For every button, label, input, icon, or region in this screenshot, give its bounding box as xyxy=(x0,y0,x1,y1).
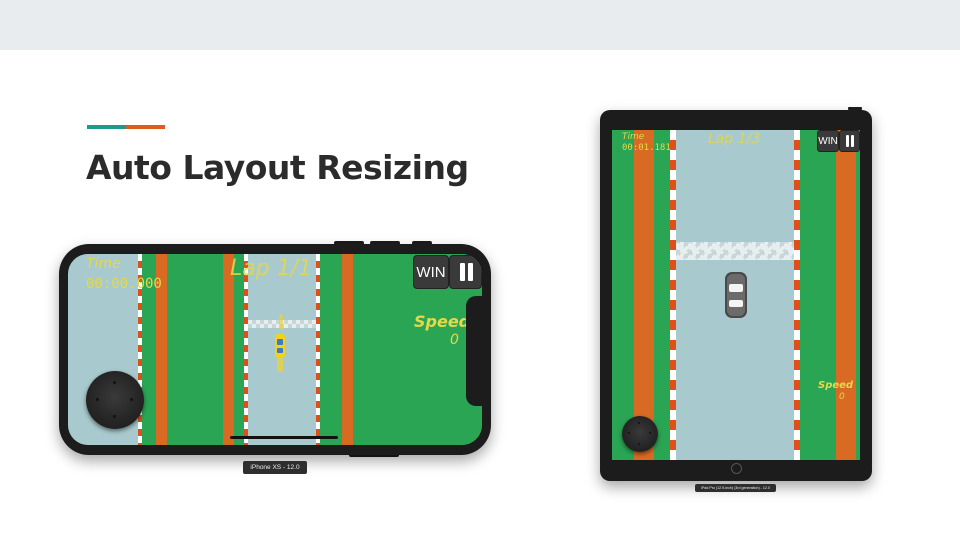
pause-button[interactable] xyxy=(839,130,860,152)
iphone-device-label: iPhone XS - 12.0 xyxy=(243,461,307,474)
grass-strip xyxy=(234,254,244,445)
car-trail xyxy=(277,358,283,372)
time-value: 00:00.000 xyxy=(86,276,162,292)
time-value: 00:01.181 xyxy=(622,143,671,153)
grass-strip xyxy=(320,254,342,445)
speed-label: Speed xyxy=(414,312,471,331)
speed-value: 0 xyxy=(839,392,845,402)
time-label: Time xyxy=(86,256,121,272)
joystick-icon xyxy=(86,371,144,429)
dirt-strip xyxy=(223,254,234,445)
lap-counter: Lap 1/1 xyxy=(230,256,313,281)
player-car xyxy=(275,334,285,358)
dirt-strip xyxy=(342,254,353,445)
iphone-game-screen: Time 00:00.000 Lap 1/1 Speed 0 WIN xyxy=(68,254,482,445)
joystick-control[interactable] xyxy=(86,371,144,429)
speed-label: Speed xyxy=(818,380,854,391)
player-car xyxy=(724,272,748,318)
win-button[interactable]: WIN xyxy=(413,255,449,289)
accent-line-teal xyxy=(87,125,126,129)
finish-line xyxy=(676,242,794,260)
ipad-device-label: iPad Pro (12.9-inch) (3rd generation) - … xyxy=(695,484,776,492)
ipad-device-frame: Time 00:01.181 Lap 1/3 Speed 0 WIN xyxy=(600,107,872,481)
lap-counter: Lap 1/3 xyxy=(708,131,761,147)
slide-title: Auto Layout Resizing xyxy=(86,148,469,187)
grass-strip xyxy=(167,254,223,445)
grass-strip xyxy=(800,130,836,460)
grass-strip xyxy=(856,130,860,460)
win-button[interactable]: WIN xyxy=(817,130,839,152)
ipad-game-screen: Time 00:01.181 Lap 1/3 Speed 0 WIN xyxy=(612,130,860,460)
time-label: Time xyxy=(622,132,645,142)
ipad-side-button xyxy=(848,107,862,110)
joystick-icon xyxy=(622,416,658,452)
ipad-home-button xyxy=(731,463,742,474)
phone-notch xyxy=(466,296,482,406)
pause-button[interactable] xyxy=(449,255,482,289)
speed-value: 0 xyxy=(450,332,459,348)
iphone-device-frame: Time 00:00.000 Lap 1/1 Speed 0 WIN xyxy=(59,244,491,455)
joystick-control[interactable] xyxy=(622,416,658,452)
dirt-strip xyxy=(836,130,856,460)
car-trail xyxy=(279,314,283,330)
dirt-strip xyxy=(634,130,654,460)
pause-icon xyxy=(450,256,481,288)
grass-strip xyxy=(612,130,634,460)
accent-line-orange xyxy=(126,125,165,129)
top-bar xyxy=(0,0,960,50)
grass-strip xyxy=(654,130,670,460)
home-indicator xyxy=(230,436,338,439)
pause-icon xyxy=(840,131,859,151)
